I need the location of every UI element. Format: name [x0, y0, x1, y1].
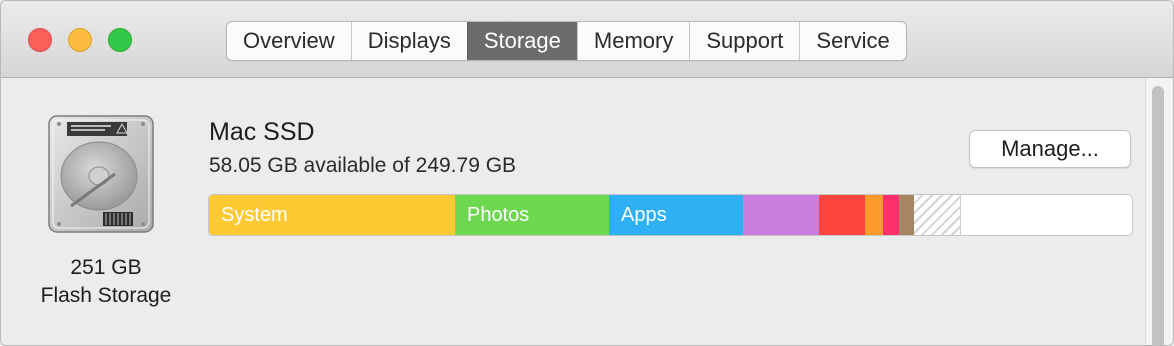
title-bar: Overview Displays Storage Memory Support… [1, 1, 1173, 78]
tab-support[interactable]: Support [689, 22, 799, 60]
storage-segment-other-4 [819, 195, 865, 235]
disk-capacity: 251 GB [70, 256, 142, 279]
tab-overview[interactable]: Overview [227, 22, 351, 60]
zoom-button[interactable] [108, 28, 132, 52]
volume-available: 58.05 GB available of 249.79 GB [209, 154, 517, 177]
storage-segment-other-7 [899, 195, 914, 235]
tab-bar: Overview Displays Storage Memory Support… [226, 21, 907, 61]
scrollbar-thumb[interactable] [1152, 86, 1164, 345]
system-information-window: Overview Displays Storage Memory Support… [0, 0, 1174, 346]
storage-usage-bar: System Photos Apps [208, 194, 1133, 236]
tab-memory[interactable]: Memory [576, 22, 689, 60]
storage-segment-system: System [209, 195, 455, 235]
storage-segment-apps: Apps [609, 195, 743, 235]
minimize-button[interactable] [68, 28, 92, 52]
tab-service[interactable]: Service [799, 22, 905, 60]
disk-type: Flash Storage [40, 284, 172, 307]
volume-name: Mac SSD [209, 118, 315, 146]
storage-segment-other-6 [883, 195, 899, 235]
tab-storage[interactable]: Storage [466, 22, 577, 60]
storage-segment-photos: Photos [455, 195, 609, 235]
scrollbar[interactable] [1145, 78, 1172, 345]
storage-segment-other-3 [743, 195, 819, 235]
storage-segment-other-5 [865, 195, 883, 235]
storage-segment-other-8 [914, 195, 961, 235]
storage-pane: 251 GB Flash Storage Mac SSD 58.05 GB av… [1, 78, 1173, 345]
manage-button[interactable]: Manage... [969, 130, 1131, 168]
tab-displays[interactable]: Displays [350, 22, 467, 60]
hard-drive-icon [48, 115, 154, 233]
close-button[interactable] [28, 28, 52, 52]
